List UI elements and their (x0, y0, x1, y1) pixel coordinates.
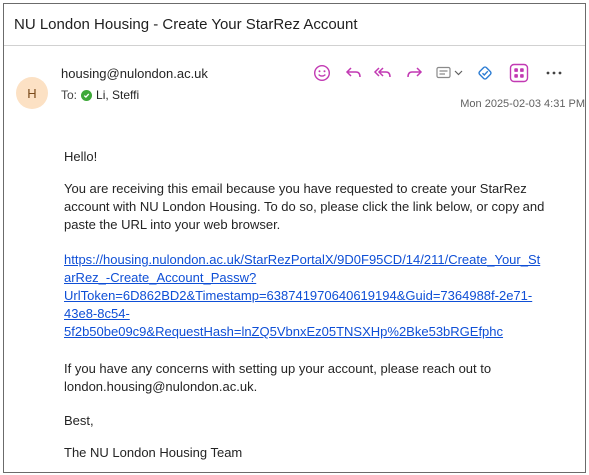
message-actions-toolbar (311, 62, 581, 84)
email-timestamp: Mon 2025-02-03 4:31 PM (460, 98, 585, 110)
sender-avatar[interactable]: H (16, 77, 48, 109)
rules-icon[interactable] (474, 62, 496, 84)
apps-icon[interactable] (507, 62, 531, 84)
reply-icon[interactable] (343, 62, 365, 84)
recipient-line: To: Li, Steffi (61, 88, 139, 102)
email-signoff: Best, (64, 413, 94, 428)
recipient-name[interactable]: Li, Steffi (96, 88, 139, 102)
email-signature: The NU London Housing Team (64, 445, 243, 460)
forward-icon[interactable] (403, 62, 425, 84)
to-label: To: (61, 88, 78, 102)
sender-address[interactable]: housing@nulondon.ac.uk (61, 66, 208, 81)
email-subject: NU London Housing - Create Your StarRez … (14, 16, 358, 33)
email-paragraph-2: If you have any concerns with setting up… (64, 361, 492, 394)
immersive-reader-icon[interactable] (434, 62, 464, 84)
account-creation-link[interactable]: https://housing.nulondon.ac.uk/StarRezPo… (64, 251, 574, 341)
email-greeting: Hello! (64, 149, 98, 164)
more-icon[interactable] (543, 62, 565, 84)
presence-available-icon (81, 89, 93, 101)
chevron-down-icon[interactable] (454, 70, 463, 76)
reply-all-icon[interactable] (371, 62, 395, 84)
emoji-react-icon[interactable] (311, 62, 333, 84)
subject-bar: NU London Housing - Create Your StarRez … (4, 4, 585, 46)
email-paragraph-1: You are receiving this email because you… (64, 181, 545, 232)
